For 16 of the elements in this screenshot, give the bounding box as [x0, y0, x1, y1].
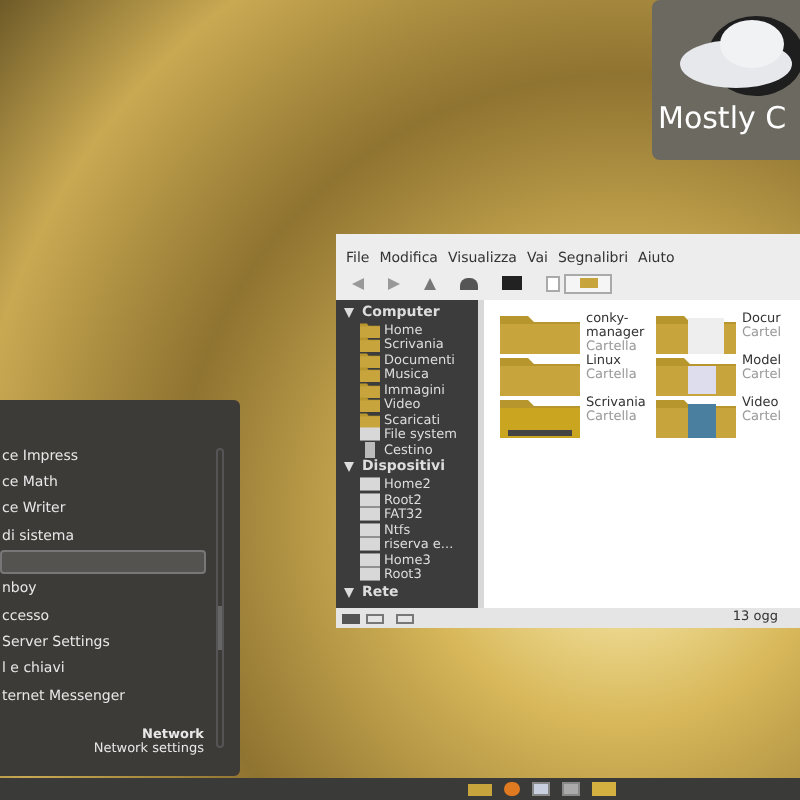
forward-arrow-icon[interactable]: [388, 277, 400, 289]
trash-icon: [360, 441, 380, 458]
weather-text: Mostly C: [658, 104, 787, 134]
path-folder-button[interactable]: [564, 273, 612, 293]
up-arrow-icon[interactable]: [424, 277, 436, 289]
tree-toggle-icon[interactable]: [366, 613, 384, 623]
back-arrow-icon[interactable]: [352, 277, 364, 289]
menu-entry[interactable]: [0, 550, 206, 575]
drive-icon: [360, 426, 380, 443]
expander-icon[interactable]: [344, 587, 354, 597]
expander-icon[interactable]: [344, 462, 354, 472]
expander-icon[interactable]: [344, 307, 354, 317]
path-toggle-button[interactable]: [546, 275, 560, 291]
cloud-icon: [676, 12, 800, 100]
places-toggle-icon[interactable]: [342, 613, 360, 623]
close-pane-icon[interactable]: [396, 613, 414, 623]
